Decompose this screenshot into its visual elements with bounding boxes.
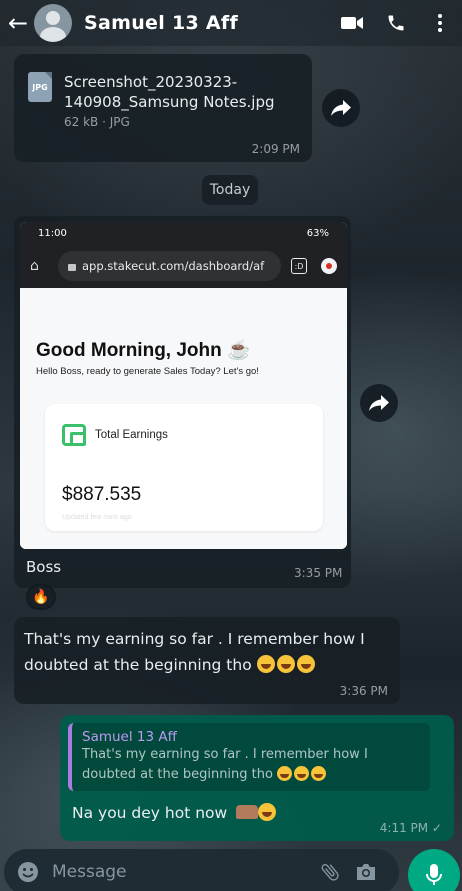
- emoji-icon[interactable]: [10, 861, 46, 883]
- message-time: 4:11 PM ✓: [379, 821, 442, 835]
- message-time: 3:35 PM: [294, 566, 343, 580]
- back-arrow-icon[interactable]: ←: [4, 0, 32, 46]
- wallet-icon: [62, 424, 86, 446]
- laughing-emoji-icon: [276, 655, 295, 673]
- earnings-updated: Updated few mins ago: [62, 514, 132, 521]
- dashboard-greeting: Good Morning, John ☕: [36, 340, 251, 361]
- quote-author: Samuel 13 Aff: [82, 729, 177, 745]
- message-input[interactable]: [52, 862, 292, 882]
- home-icon: ⌂: [30, 258, 39, 274]
- message-composer: [4, 849, 399, 891]
- file-meta: 62 kB · JPG: [64, 115, 130, 129]
- earnings-label: Total Earnings: [95, 429, 168, 441]
- laughing-emoji-icon: [294, 766, 310, 781]
- grinning-sweat-emoji-icon: [258, 803, 277, 821]
- outgoing-message-bubble[interactable]: Samuel 13 Aff That's my earning so far .…: [60, 715, 454, 841]
- file-name: Screenshot_20230323-140908_Samsung Notes…: [64, 73, 275, 111]
- earnings-amount: $887.535: [62, 484, 142, 505]
- status-battery: 63%: [306, 227, 329, 239]
- message-text: Na you dey hot now: [72, 804, 228, 822]
- laughing-emoji-icon: [277, 766, 293, 781]
- incoming-message-bubble[interactable]: That's my earning so far . I remember ho…: [14, 617, 400, 704]
- date-divider: Today: [202, 175, 258, 205]
- more-options-icon[interactable]: [418, 0, 462, 46]
- video-call-icon[interactable]: [330, 0, 374, 46]
- browser-url-bar: ⌂ app.stakecut.com/dashboard/af :D: [20, 244, 347, 288]
- jpg-file-icon: JPG: [28, 72, 52, 102]
- laughing-emoji-icon: [311, 766, 327, 781]
- url-text: app.stakecut.com/dashboard/af: [82, 259, 265, 273]
- clapping-hands-emoji-icon: [236, 805, 259, 819]
- laughing-emoji-icon: [256, 655, 275, 673]
- browser-menu-icon: [321, 258, 337, 274]
- avatar[interactable]: [34, 4, 72, 42]
- forward-icon[interactable]: [322, 89, 360, 127]
- file-message-bubble[interactable]: JPG Screenshot_20230323-140908_Samsung N…: [14, 54, 312, 162]
- fire-reaction[interactable]: 🔥: [26, 584, 56, 610]
- image-attachment[interactable]: 11:00 63% ⌂ app.stakecut.com/dashboard/a…: [20, 222, 347, 549]
- quoted-message[interactable]: Samuel 13 Aff That's my earning so far .…: [68, 723, 430, 791]
- attach-icon[interactable]: [312, 861, 348, 883]
- dashboard-view: Good Morning, John ☕ Hello Boss, ready t…: [20, 288, 347, 549]
- message-time: 2:09 PM: [251, 142, 300, 156]
- camera-icon[interactable]: [348, 862, 384, 882]
- laughing-emoji-icon: [296, 655, 315, 673]
- lock-icon: [68, 263, 76, 271]
- earnings-card: Total Earnings $887.535 Updated few mins…: [45, 404, 323, 531]
- chat-header: ← Samuel 13 Aff: [0, 0, 462, 46]
- contact-name[interactable]: Samuel 13 Aff: [84, 12, 330, 34]
- tabs-icon: :D: [291, 258, 307, 274]
- url-field: app.stakecut.com/dashboard/af: [58, 251, 281, 281]
- image-caption: Boss: [26, 558, 62, 576]
- screenshot-status-bar: 11:00 63%: [20, 222, 347, 244]
- microphone-icon: [426, 864, 442, 885]
- dashboard-subtitle: Hello Boss, ready to generate Sales Toda…: [36, 366, 259, 377]
- message-time: 3:36 PM: [339, 684, 388, 698]
- voice-call-icon[interactable]: [374, 0, 418, 46]
- file-attachment[interactable]: JPG Screenshot_20230323-140908_Samsung N…: [28, 72, 294, 129]
- forward-icon[interactable]: [360, 384, 398, 422]
- status-time: 11:00: [38, 227, 67, 239]
